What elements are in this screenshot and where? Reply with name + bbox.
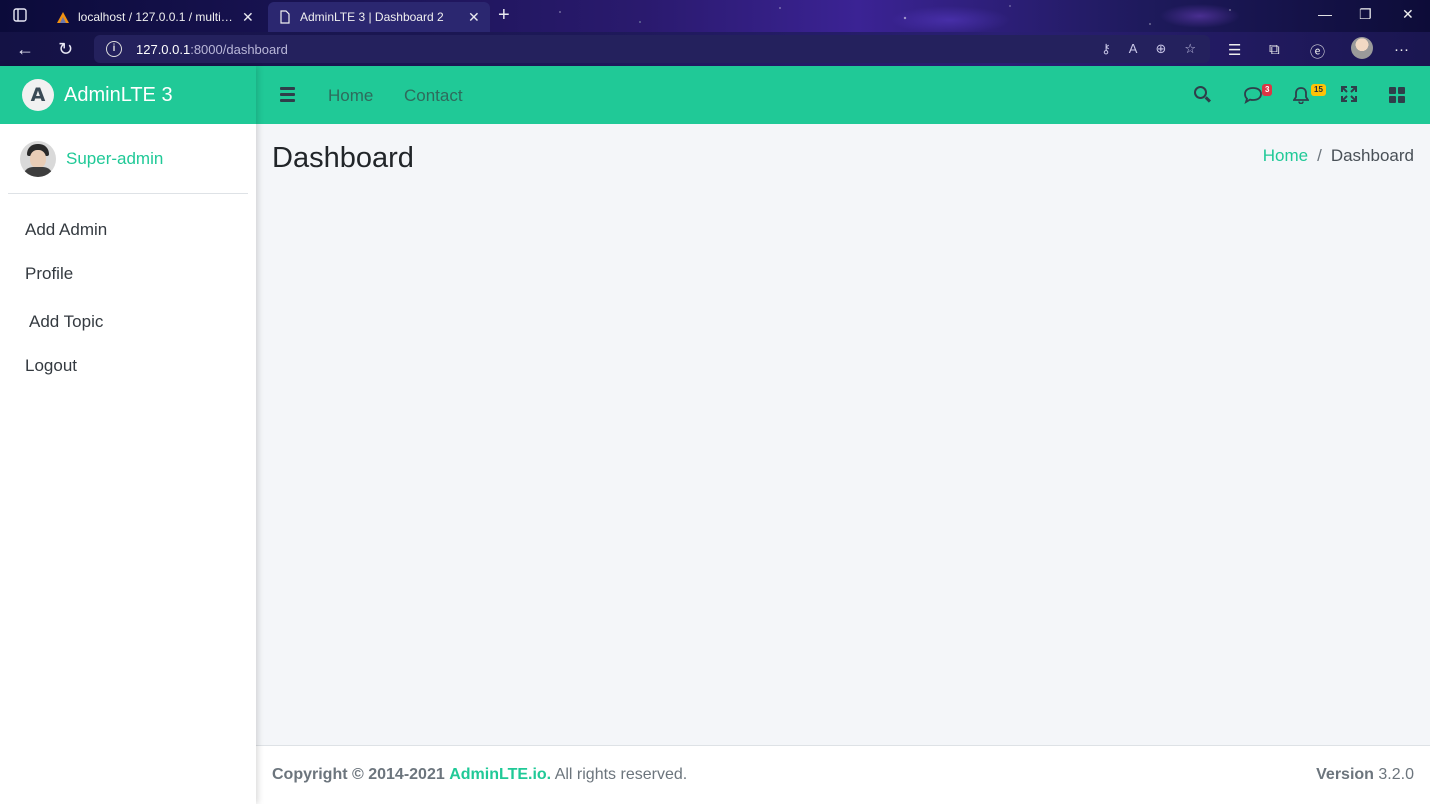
info-icon[interactable]: i [106, 41, 122, 57]
profile-icon[interactable] [1351, 37, 1373, 59]
sidebar-item-add-admin[interactable]: Add Admin [0, 208, 256, 252]
nav-link-home[interactable]: Home [328, 86, 373, 106]
user-panel: Super-admin [8, 124, 248, 194]
tab-close-icon[interactable]: ✕ [468, 9, 480, 26]
main-header: Home Contact 3 15 [256, 66, 1430, 124]
brand-text: AdminLTE 3 [64, 83, 173, 106]
page-icon [280, 10, 290, 24]
footer-rights: All rights reserved. [554, 766, 688, 783]
url-host: 127.0.0.1 [136, 41, 191, 57]
footer-copyright: Copyright © 2014-2021 [272, 766, 445, 783]
close-icon[interactable]: ✕ [1402, 6, 1414, 23]
favorites-icon[interactable]: ☰ [1228, 41, 1241, 59]
sidebar-item-logout[interactable]: Logout [0, 346, 256, 386]
footer-version-label: Version [1316, 766, 1374, 783]
menu-toggle-icon[interactable] [280, 87, 295, 102]
notifications-badge: 15 [1311, 84, 1326, 96]
footer-version: 3.2.0 [1378, 766, 1414, 783]
tab-title: AdminLTE 3 | Dashboard 2 [300, 10, 444, 24]
sidebar-item-add-topic[interactable]: Add Topic [0, 296, 256, 346]
breadcrumb-home-link[interactable]: Home [1263, 146, 1308, 166]
breadcrumb-separator: / [1317, 146, 1322, 165]
more-icon[interactable]: ··· [1394, 41, 1409, 58]
main-footer: Copyright © 2014-2021 AdminLTE.io. All r… [256, 745, 1430, 804]
brand-link[interactable]: A AdminLTE 3 [0, 66, 256, 124]
key-icon[interactable]: ⚷ [1101, 41, 1111, 57]
restore-icon[interactable]: ❐ [1359, 6, 1372, 23]
avatar [20, 140, 56, 177]
reload-icon[interactable]: ↻ [58, 39, 73, 59]
zoom-icon[interactable]: ⊕ [1155, 41, 1166, 57]
search-icon[interactable] [1194, 86, 1212, 104]
phpmyadmin-icon [57, 12, 69, 23]
tab-phpmyadmin[interactable]: localhost / 127.0.0.1 / multiuserlo ✕ [46, 2, 264, 32]
sidebar-menu: Add Admin Profile Add Topic Logout [0, 194, 256, 386]
control-sidebar-icon[interactable] [1389, 87, 1405, 103]
page-title: Dashboard [272, 142, 414, 174]
collections-icon[interactable]: ⧉ [1269, 41, 1280, 58]
browser-titlebar: localhost / 127.0.0.1 / multiuserlo ✕ Ad… [0, 0, 1430, 32]
breadcrumb-current: Dashboard [1330, 146, 1414, 165]
tab-close-icon[interactable]: ✕ [242, 9, 254, 26]
read-aloud-icon[interactable]: A [1129, 41, 1138, 57]
back-icon[interactable]: ← [16, 39, 34, 59]
content-header: Dashboard Home / Dashboard [256, 124, 1430, 194]
breadcrumb: Home / Dashboard [1263, 146, 1414, 166]
main-sidebar: A AdminLTE 3 Super-admin Add Admin Profi… [0, 66, 256, 804]
user-name-link[interactable]: Super-admin [66, 149, 163, 169]
favorite-add-icon[interactable]: ☆ [1184, 41, 1196, 57]
url-path: :8000/dashboard [190, 41, 288, 57]
address-bar[interactable]: i 127.0.0.1:8000/dashboard ⚷ A ⊕ ☆ [94, 35, 1210, 63]
nav-link-contact[interactable]: Contact [404, 86, 463, 106]
tab-dashboard[interactable]: AdminLTE 3 | Dashboard 2 ✕ [268, 2, 490, 32]
messages-badge: 3 [1262, 84, 1273, 96]
sidebar-toggle-icon[interactable] [12, 8, 28, 24]
browser-toolbar: ← ↻ i 127.0.0.1:8000/dashboard ⚷ A ⊕ ☆ ☰… [0, 32, 1430, 66]
brand-logo: A [22, 79, 54, 111]
footer-adminlte-link[interactable]: AdminLTE.io. [449, 766, 551, 783]
minimize-icon[interactable]: — [1318, 6, 1332, 22]
fullscreen-icon[interactable] [1341, 86, 1357, 106]
tab-title: localhost / 127.0.0.1 / multiuserlo [78, 10, 234, 24]
new-tab-icon[interactable]: + [498, 5, 510, 25]
bell-icon[interactable] [1292, 86, 1310, 107]
edge-icon[interactable]: ⓔ [1310, 41, 1325, 62]
messages-icon[interactable] [1243, 86, 1263, 107]
sidebar-item-profile[interactable]: Profile [0, 252, 256, 296]
